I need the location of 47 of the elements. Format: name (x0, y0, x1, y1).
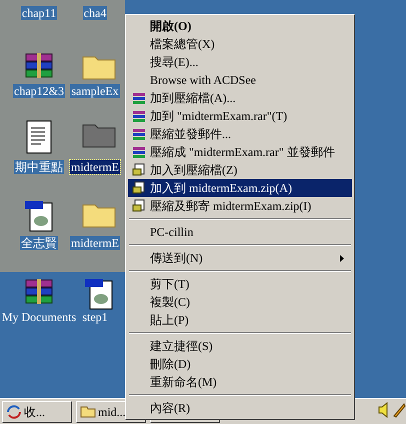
menu-item[interactable]: 壓縮並發郵件... (128, 125, 352, 143)
menu-item[interactable]: 重新命名(M) (128, 373, 352, 391)
menu-item[interactable]: 剪下(T) (128, 275, 352, 293)
icon-label[interactable]: step1 (81, 310, 109, 324)
icon-label[interactable]: midtermE (70, 236, 120, 250)
menu-item[interactable]: 加到壓縮檔(A)... (128, 89, 352, 107)
menu-item[interactable]: PC-cillin (128, 223, 352, 241)
menu-item[interactable]: 壓縮成 "midtermExam.rar" 並發郵件 (128, 143, 352, 161)
submenu-arrow-icon (340, 254, 344, 262)
zip-archive-icon (132, 181, 146, 195)
icon-label[interactable]: 全志賢 (20, 236, 58, 250)
menu-item[interactable]: 加入到 midtermExam.zip(A) (128, 179, 352, 197)
taskbar-button[interactable]: 收... (2, 400, 72, 422)
bitmap-file-icon (24, 200, 54, 232)
archive-books-icon (132, 146, 146, 158)
menu-item[interactable]: 刪除(D) (128, 355, 352, 373)
menu-item[interactable]: 開啟(O) (128, 17, 352, 35)
zip-archive-icon (132, 163, 146, 177)
folder-icon (80, 405, 96, 418)
menu-item[interactable]: 加入到壓縮檔(Z) (128, 161, 352, 179)
document-icon (25, 120, 53, 154)
icon-label[interactable]: cha4 (82, 6, 108, 20)
recycle-icon (6, 404, 22, 418)
zip-archive-icon (132, 199, 146, 213)
menu-item[interactable]: 搜尋(E)... (128, 53, 352, 71)
archive-books-icon (24, 278, 54, 306)
archive-books-icon (132, 128, 146, 140)
menu-item[interactable]: 傳送到(N) (128, 249, 352, 267)
icon-label[interactable]: 期中重點 (14, 160, 64, 174)
icon-label[interactable]: chap12&3 (13, 84, 65, 98)
icon-label[interactable]: chap11 (20, 6, 58, 20)
menu-item[interactable]: 壓縮及郵寄 midtermExam.zip(I) (128, 197, 352, 215)
speaker-icon[interactable] (378, 402, 390, 418)
icon-label[interactable]: sampleEx (70, 84, 120, 98)
archive-books-icon (132, 110, 146, 122)
menu-item[interactable]: 複製(C) (128, 293, 352, 311)
archive-books-icon (24, 52, 54, 80)
menu-item[interactable]: 加到 "midtermExam.rar"(T) (128, 107, 352, 125)
menu-item[interactable]: Browse with ACDSee (128, 71, 352, 89)
icon-label[interactable]: My Documents (0, 310, 78, 324)
menu-item[interactable]: 檔案總管(X) (128, 35, 352, 53)
icon-label[interactable]: midtermE (70, 160, 120, 174)
bitmap-file-icon (84, 278, 114, 310)
archive-books-icon (132, 92, 146, 104)
menu-item[interactable]: 貼上(P) (128, 311, 352, 329)
pencil-icon[interactable] (392, 402, 406, 418)
menu-item[interactable]: 建立捷徑(S) (128, 337, 352, 355)
